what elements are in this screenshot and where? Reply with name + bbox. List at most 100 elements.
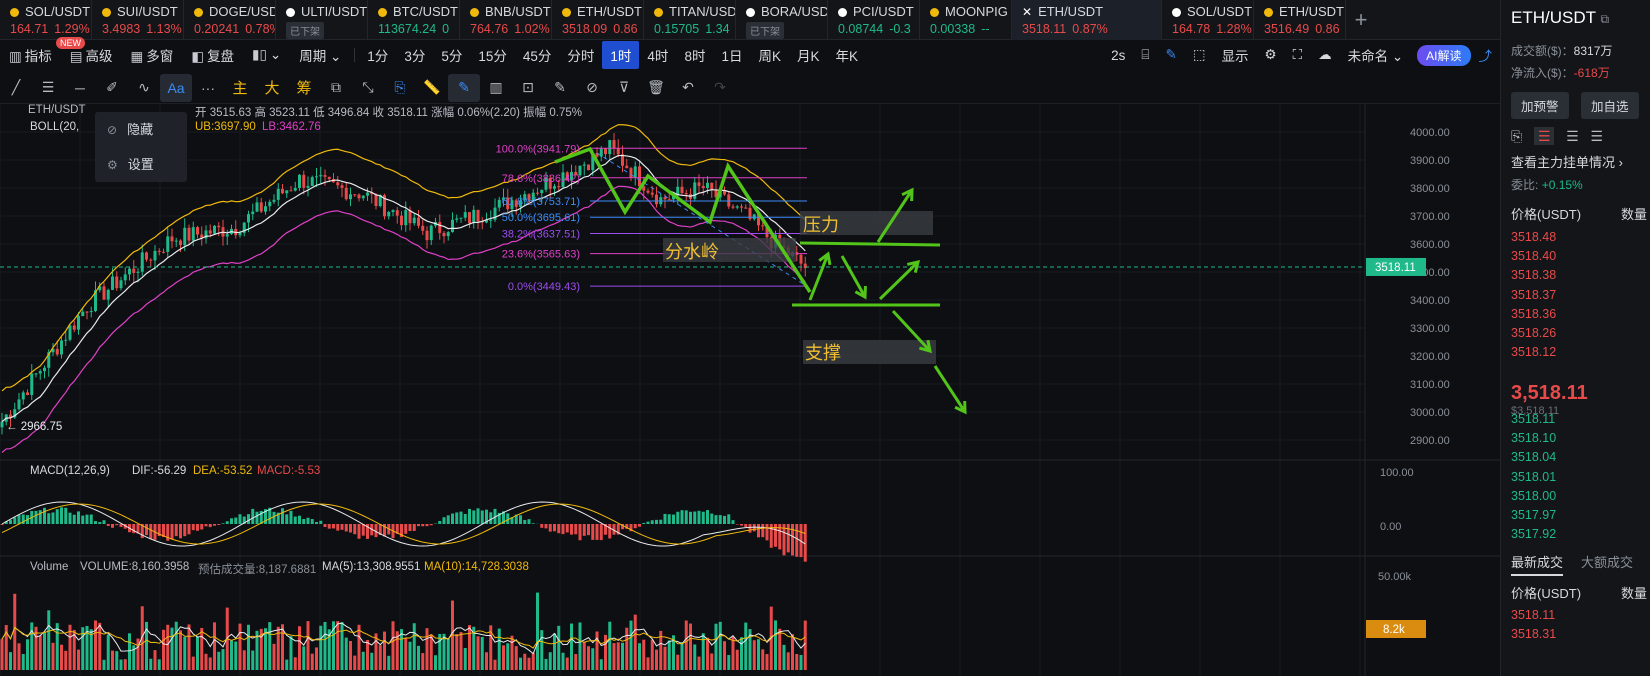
ai-interpret-button[interactable]: AI解读 (1417, 44, 1471, 66)
orderbook-view-icons[interactable]: ⎘ ☰ ☰ ☰ (1511, 127, 1603, 145)
chart-canvas[interactable]: 100.0%(3941.79) 78.6%(3836.42) 61.8%(3753.… (0, 104, 1500, 676)
orderbook-row[interactable]: 3518.00 (1511, 489, 1556, 503)
draw-mode-icon[interactable]: ✎ (448, 73, 480, 102)
symbol-tab[interactable]: BNB/USDT 764.76 1.02% (460, 0, 552, 40)
orderbook-row[interactable]: 3518.36 (1511, 307, 1556, 321)
copy-icon[interactable]: ⎘ (384, 74, 416, 102)
filter-icon[interactable]: ⊽ (608, 74, 640, 102)
interval-12[interactable]: 年K (828, 45, 867, 65)
symbol-tab[interactable]: MOONPIG 0.00338 -- (920, 0, 1012, 40)
interval-9[interactable]: 1日 (713, 45, 750, 65)
orderbook-row[interactable]: 3518.40 (1511, 249, 1556, 263)
cloud-icon[interactable]: ☁ (1310, 47, 1340, 63)
symbol-tab[interactable]: SUI/USDT 3.4983 1.13% (92, 0, 184, 40)
orderbook-row[interactable]: 3518.37 (1511, 288, 1556, 302)
symbol-tab[interactable]: PCI/USDT 0.08744 -0.3 (828, 0, 920, 40)
copy-icon[interactable]: ⧉ (1600, 12, 1609, 26)
wave-icon[interactable]: ∿ (128, 74, 160, 102)
orderbook-row[interactable]: 3518.48 (1511, 230, 1556, 244)
legend-macd[interactable]: MACD(12,26,9) (30, 465, 110, 477)
fullscreen-icon[interactable]: ⛶ (1285, 47, 1310, 63)
orderbook-row[interactable]: 3518.10 (1511, 431, 1556, 445)
interval-11[interactable]: 月K (789, 45, 828, 65)
interval-2[interactable]: 5分 (433, 45, 470, 65)
add-favorite-button[interactable]: 加自选 (1581, 92, 1639, 119)
interval-3[interactable]: 15分 (470, 45, 515, 65)
symbol-tab[interactable]: ✕ ETH/USDT 3518.11 0.87% (1012, 0, 1162, 40)
advanced-button[interactable]: ▤ 高级 (61, 45, 122, 65)
orderbook-row[interactable]: 3518.12 (1511, 345, 1556, 359)
brush-icon[interactable]: ✐ (96, 74, 128, 102)
interval-10[interactable]: 周K (750, 45, 789, 65)
orderbook-row[interactable]: 3518.26 (1511, 326, 1556, 340)
symbol-tab[interactable]: TITAN/USDT 0.15705 1.34 (644, 0, 736, 40)
measure-icon[interactable]: ⤡ (352, 74, 384, 102)
camera-icon[interactable]: ⌸ (1133, 47, 1157, 63)
indicators-button[interactable]: ▥ 指标 NEW (0, 37, 85, 65)
interval-6[interactable]: 1时 (602, 41, 640, 69)
symbol-tab[interactable]: ETH/USDT 3516.49 0.86 (1254, 0, 1346, 40)
symbol-tab[interactable]: ULTI/USDT 已下架 (276, 0, 368, 40)
text-tool-icon[interactable]: Aa (160, 73, 192, 102)
orderbook-row[interactable]: 3518.01 (1511, 470, 1556, 484)
trash-icon[interactable]: 🗑 (640, 74, 672, 102)
more-icon[interactable]: ··· (192, 74, 224, 102)
add-alert-button[interactable]: 加预警 (1511, 92, 1569, 119)
interval-1[interactable]: 3分 (396, 45, 433, 65)
interval-4[interactable]: 45分 (515, 45, 560, 65)
symbol-tab[interactable]: BORA/USDT 已下架 (736, 0, 828, 40)
orderbook-row[interactable]: 3518.38 (1511, 268, 1556, 282)
symbol-tab[interactable]: SOL/USDT 164.78 1.28% (1162, 0, 1254, 40)
legend-boll[interactable]: BOLL(20, (30, 121, 79, 133)
hide-menu-item[interactable]: ⊘ 隐藏 (95, 112, 187, 147)
redo-icon[interactable]: ↷ (704, 74, 736, 102)
tab-big-trades[interactable]: 大额成交 (1581, 552, 1633, 571)
interval-0[interactable]: 1分 (359, 45, 396, 65)
orderbook-row[interactable]: 3518.11 (1511, 608, 1555, 622)
close-tab-icon[interactable]: ✕ (1022, 5, 1032, 19)
symbol-tab[interactable]: ETH/USDT 3518.09 0.86 (552, 0, 644, 40)
tab-latest-trades[interactable]: 最新成交 (1511, 552, 1564, 576)
orderbook-row[interactable]: 3518.31 (1511, 627, 1556, 641)
ruler-icon[interactable]: 📏 (416, 74, 448, 102)
ray-icon[interactable]: ─ (64, 74, 96, 102)
undo-icon[interactable]: ↶ (672, 74, 704, 102)
big-orders-toggle[interactable]: 大 (256, 77, 288, 98)
multi-window-button[interactable]: ▦ 多窗 (122, 45, 183, 65)
edit-icon[interactable]: ✎ (544, 74, 576, 102)
pen-icon[interactable]: ✎ (1157, 47, 1184, 63)
lock-icon[interactable]: ⊡ (512, 74, 544, 102)
link-icon[interactable]: ⊘ (576, 74, 608, 102)
layout-name-dropdown[interactable]: 未命名 ⌄ (1340, 45, 1412, 65)
orderbook-row[interactable]: 3518.04 (1511, 450, 1556, 464)
replay-button[interactable]: ◧ 复盘 (182, 45, 243, 65)
main-chart-toggle[interactable]: 主 (224, 77, 256, 98)
candles-icon[interactable]: ▥ (480, 74, 512, 102)
legend-volume[interactable]: Volume (30, 561, 68, 573)
magnet-icon[interactable]: ⧉ (320, 74, 352, 102)
chart-type-button[interactable]: ▮▯ ⌄ (243, 47, 290, 63)
interval-7[interactable]: 4时 (639, 45, 676, 65)
add-tab-button[interactable]: + (1346, 0, 1376, 39)
display-button[interactable]: 显示 (1214, 45, 1257, 65)
symbol-tab[interactable]: BTC/USDT 113674.24 0 (368, 0, 460, 40)
horizontal-lines-icon[interactable]: ☰ (32, 74, 64, 102)
main-orders-link[interactable]: 查看主力挂单情况 › (1511, 152, 1623, 171)
orderbook-row[interactable]: 3517.97 (1511, 508, 1556, 522)
refresh-interval[interactable]: 2s (1103, 48, 1133, 63)
kline-chart[interactable]: 100.0%(3941.79) 78.6%(3836.42) 61.8%(3753.… (0, 104, 1500, 676)
settings-menu-item[interactable]: ⚙ 设置 (95, 147, 187, 182)
interval-5[interactable]: 分时 (559, 45, 602, 65)
chips-toggle[interactable]: 筹 (288, 77, 320, 98)
orderbook-row[interactable]: 3517.92 (1511, 527, 1556, 541)
gear-icon[interactable]: ⚙ (1257, 47, 1285, 63)
symbol-tab[interactable]: DOGE/USDT 0.20241 0.78% (184, 0, 276, 40)
expand-icon[interactable]: ⬚ (1185, 47, 1214, 63)
period-dropdown[interactable]: 周期 ⌄ (290, 45, 350, 65)
trend-line-icon[interactable]: ╱ (0, 74, 32, 102)
orderbook-row[interactable]: 3518.11 (1511, 412, 1555, 426)
symbol-tab[interactable]: SOL/USDT 164.71 1.29% (0, 0, 92, 40)
price-axis-tick: 3400.00 (1410, 295, 1450, 307)
share-icon[interactable]: ⤴ (1471, 45, 1501, 65)
interval-8[interactable]: 8时 (676, 45, 713, 65)
